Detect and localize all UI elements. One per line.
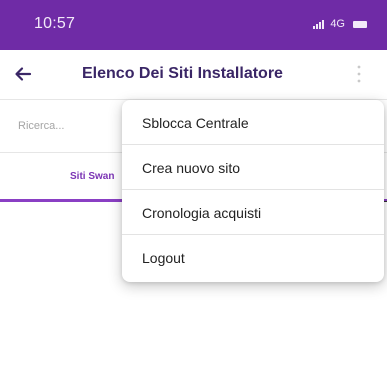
app-screen: 10:57 4G Elenco Dei Siti Installatore Ri… [0, 0, 387, 365]
menu-item-label: Cronologia acquisti [142, 205, 262, 221]
tab-siti-swan[interactable]: Siti Swan [70, 171, 114, 182]
network-type: 4G [330, 18, 345, 30]
page-title: Elenco Dei Siti Installatore [82, 65, 283, 82]
status-time: 10:57 [34, 15, 76, 32]
menu-item-sblocca-centrale[interactable]: Sblocca Centrale [122, 100, 384, 145]
status-indicators: 4G [313, 18, 367, 30]
menu-item-crea-nuovo-sito[interactable]: Crea nuovo sito [122, 145, 384, 190]
app-header: Elenco Dei Siti Installatore [0, 50, 387, 100]
menu-item-logout[interactable]: Logout [122, 235, 384, 280]
menu-item-cronologia-acquisti[interactable]: Cronologia acquisti [122, 190, 384, 235]
menu-item-label: Logout [142, 250, 185, 266]
overflow-menu: Sblocca Centrale Crea nuovo sito Cronolo… [122, 100, 384, 282]
menu-item-label: Crea nuovo sito [142, 160, 241, 176]
status-bar: 10:57 4G [0, 0, 387, 50]
arrow-left-icon[interactable] [14, 65, 32, 83]
signal-icon [313, 19, 325, 29]
menu-item-label: Sblocca Centrale [142, 115, 249, 131]
more-vertical-icon[interactable] [357, 63, 361, 85]
battery-icon [353, 20, 367, 28]
